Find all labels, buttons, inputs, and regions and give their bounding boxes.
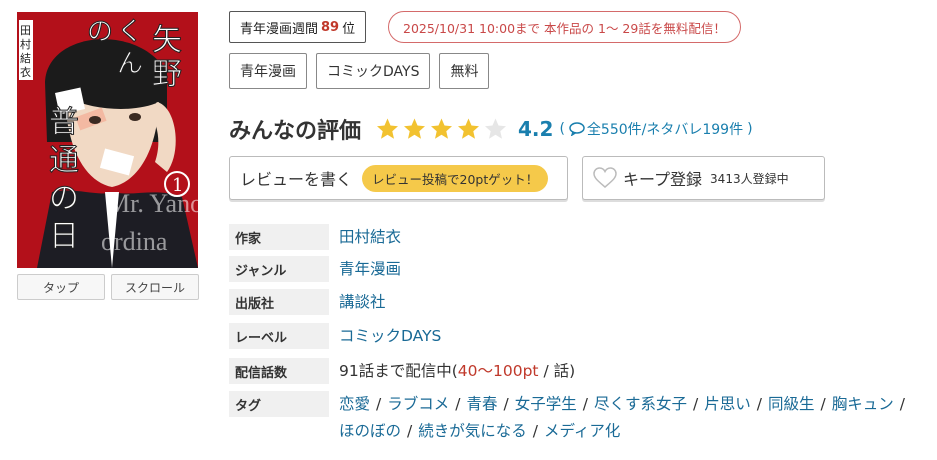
info-value-genre: 青年漫画 bbox=[339, 256, 401, 282]
scroll-mode-button[interactable]: スクロール bbox=[111, 274, 199, 300]
cover-title-2: 野 bbox=[152, 57, 182, 92]
rating-stars bbox=[375, 117, 508, 141]
cover-overlay-en-2: ordina bbox=[101, 227, 168, 256]
review-count-text: 全550件/ネタバレ199件 bbox=[586, 122, 744, 138]
info-row-author: 作家 田村結衣 bbox=[229, 224, 929, 256]
review-count-link[interactable]: ( 全550件/ネタバレ199件 ) bbox=[559, 119, 752, 139]
star-empty-icon bbox=[485, 118, 507, 139]
cover-volume: 1 bbox=[172, 175, 183, 196]
tag-separator: / bbox=[820, 395, 826, 413]
genre-link[interactable]: 青年漫画 bbox=[339, 260, 401, 278]
tag-separator: / bbox=[407, 422, 413, 440]
label-link[interactable]: コミックDAYS bbox=[339, 327, 441, 345]
info-value-episodes: 91話まで配信中(40〜100pt / 話) bbox=[339, 358, 575, 384]
review-point-promo: レビュー投稿で20ptゲット！ bbox=[362, 164, 549, 192]
cover-author-3: 結 bbox=[20, 51, 31, 65]
tag-separator: / bbox=[899, 395, 905, 413]
episodes-price: 40〜100pt bbox=[457, 362, 539, 380]
tag-separator: / bbox=[455, 395, 461, 413]
cover-title-7: 通 bbox=[49, 143, 79, 178]
info-row-genre: ジャンル 青年漫画 bbox=[229, 256, 929, 289]
info-label-genre: ジャンル bbox=[229, 256, 329, 282]
tap-mode-button[interactable]: タップ bbox=[17, 274, 105, 300]
star-filled-icon bbox=[431, 118, 453, 139]
info-row-publisher: 出版社 講談社 bbox=[229, 289, 929, 323]
publisher-link[interactable]: 講談社 bbox=[339, 293, 386, 311]
cover-title-8: の bbox=[49, 181, 79, 216]
view-mode-buttons: タップ スクロール bbox=[17, 274, 199, 300]
cover-image[interactable]: Mr. Yano ordina 矢 野 く ん の 普 通 の 日 1 田 村 … bbox=[17, 12, 198, 268]
rank-number: 89 bbox=[321, 19, 340, 35]
tag-separator: / bbox=[503, 395, 509, 413]
tag-link[interactable]: 青春 bbox=[467, 395, 498, 413]
keep-button[interactable]: キープ登録 3413人登録中 bbox=[582, 156, 825, 200]
free-campaign-badge: 2025/10/31 10:00まで 本作品の 1〜 29話を無料配信！ bbox=[388, 11, 741, 43]
tag-link[interactable]: ほのぼの bbox=[339, 422, 401, 440]
star-filled-icon bbox=[404, 118, 426, 139]
rank-suffix: 位 bbox=[342, 21, 356, 37]
write-review-button[interactable]: レビューを書く レビュー投稿で20ptゲット！ bbox=[229, 156, 568, 200]
rating-row: みんなの評価 4.2 ( 全550件/ネタバレ199件 ) bbox=[229, 113, 753, 145]
keep-label: キープ登録 bbox=[623, 170, 703, 189]
tag-link[interactable]: 女子学生 bbox=[515, 395, 577, 413]
info-label-publisher: 出版社 bbox=[229, 289, 329, 315]
star-filled-icon bbox=[377, 118, 399, 139]
tag-link[interactable]: 続きが気になる bbox=[418, 422, 527, 440]
info-row-tags: タグ 恋愛 / ラブコメ / 青春 / 女子学生 / 尽くす系女子 / 片思い / 同級生 / 胸キュン / ほ… bbox=[229, 391, 929, 445]
info-row-label: レーベル コミックDAYS bbox=[229, 323, 929, 358]
genre-chip-free[interactable]: 無料 bbox=[439, 53, 490, 89]
tag-link[interactable]: ラブコメ bbox=[387, 395, 449, 413]
episodes-suffix: / 話) bbox=[538, 362, 576, 380]
cover-title-9: 日 bbox=[49, 219, 79, 254]
info-label-label: レーベル bbox=[229, 323, 329, 349]
cover-title-6: 普 bbox=[49, 105, 79, 140]
cover-author-1: 田 bbox=[20, 24, 31, 37]
cover-title-3: く bbox=[117, 17, 143, 47]
genre-chip-seinen[interactable]: 青年漫画 bbox=[229, 53, 307, 89]
tag-separator: / bbox=[532, 422, 538, 440]
info-table: 作家 田村結衣 ジャンル 青年漫画 出版社 講談社 レーベル コミックDAYS … bbox=[229, 224, 929, 445]
tag-link[interactable]: メディア化 bbox=[544, 422, 620, 440]
rating-score: 4.2 bbox=[518, 117, 554, 141]
cover-author-4: 衣 bbox=[20, 65, 31, 79]
heart-icon bbox=[593, 167, 617, 188]
star-filled-icon bbox=[458, 118, 480, 139]
write-review-label: レビューを書く bbox=[240, 170, 353, 189]
cover-title-4: ん bbox=[117, 49, 143, 79]
author-link[interactable]: 田村結衣 bbox=[339, 228, 401, 246]
genre-chip-comicdays[interactable]: コミックDAYS bbox=[316, 53, 431, 89]
tag-separator: / bbox=[693, 395, 699, 413]
tag-list: 恋愛 / ラブコメ / 青春 / 女子学生 / 尽くす系女子 / 片思い / 同級生 / 胸キュン / ほのぼの… bbox=[339, 391, 919, 445]
info-row-episodes: 配信話数 91話まで配信中(40〜100pt / 話) bbox=[229, 358, 929, 391]
keep-count: 3413人登録中 bbox=[710, 171, 789, 186]
tag-link[interactable]: 尽くす系女子 bbox=[594, 395, 687, 413]
info-value-author: 田村結衣 bbox=[339, 224, 401, 250]
tag-link[interactable]: 片思い bbox=[704, 395, 751, 413]
cover-art: Mr. Yano ordina 矢 野 く ん の 普 通 の 日 1 田 村 … bbox=[17, 12, 198, 268]
count-open-paren: ( bbox=[559, 121, 565, 137]
info-label-episodes: 配信話数 bbox=[229, 358, 329, 384]
tag-link[interactable]: 胸キュン bbox=[832, 395, 894, 413]
genre-chips: 青年漫画 コミックDAYS 無料 bbox=[229, 53, 490, 89]
count-close-paren: ) bbox=[747, 121, 753, 137]
tag-separator: / bbox=[376, 395, 382, 413]
cover-title-5: の bbox=[87, 17, 113, 47]
cover-title-1: 矢 bbox=[152, 23, 182, 58]
episodes-prefix: 91話まで配信中( bbox=[339, 362, 458, 380]
tag-link[interactable]: 同級生 bbox=[768, 395, 815, 413]
rating-title: みんなの評価 bbox=[229, 119, 362, 144]
comment-bubble-icon bbox=[569, 122, 585, 136]
info-value-publisher: 講談社 bbox=[339, 289, 386, 315]
tag-link[interactable]: 恋愛 bbox=[339, 395, 370, 413]
rank-badge[interactable]: 青年漫画週間 89 位 bbox=[229, 11, 367, 43]
rank-prefix: 青年漫画週間 bbox=[240, 21, 319, 37]
tag-separator: / bbox=[582, 395, 588, 413]
info-value-label: コミックDAYS bbox=[339, 323, 441, 349]
tag-separator: / bbox=[756, 395, 762, 413]
info-label-author: 作家 bbox=[229, 224, 329, 250]
info-label-tags: タグ bbox=[229, 391, 329, 417]
cover-author-2: 村 bbox=[20, 37, 31, 51]
